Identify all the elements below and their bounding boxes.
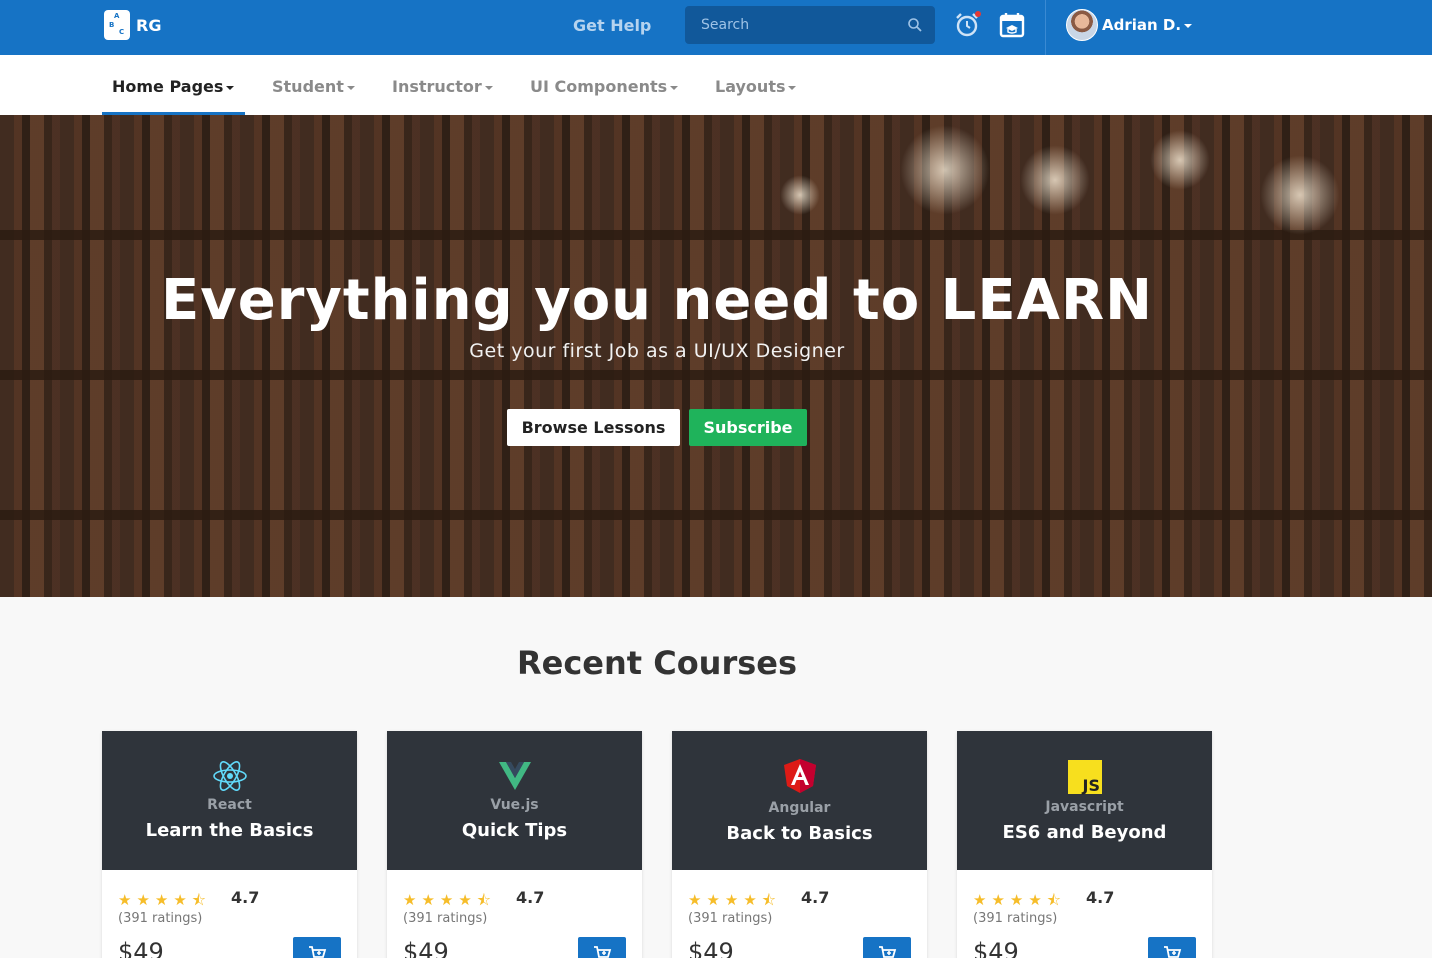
- course-card[interactable]: React Learn the Basics ★★★★⯪ 4.7 (391 ra…: [102, 731, 357, 958]
- add-to-cart-button[interactable]: [1148, 937, 1196, 958]
- light-bokeh: [1150, 130, 1210, 190]
- nav-item-label: Instructor: [392, 77, 482, 96]
- ratings-count: (391 ratings): [973, 911, 1058, 926]
- rating-value: 4.7: [801, 888, 830, 907]
- course-title[interactable]: Learn the Basics: [102, 820, 357, 841]
- course-card[interactable]: Angular Back to Basics ★★★★⯪ 4.7 (391 ra…: [672, 731, 927, 958]
- nav-item-instructor[interactable]: Instructor: [392, 77, 493, 96]
- course-card-header: React Learn the Basics: [102, 731, 357, 870]
- svg-text:JS: JS: [1082, 776, 1100, 795]
- subscribe-button[interactable]: Subscribe: [689, 409, 807, 446]
- add-to-cart-button[interactable]: [863, 937, 911, 958]
- hero-title: Everything you need to LEARN: [161, 268, 1153, 333]
- react-icon: [213, 761, 247, 791]
- user-menu[interactable]: Adrian D.: [1102, 16, 1193, 34]
- cart-icon: [1164, 946, 1182, 958]
- avatar[interactable]: [1066, 9, 1098, 41]
- user-name: Adrian D.: [1102, 16, 1182, 34]
- course-card[interactable]: JS Javascript ES6 and Beyond ★★★★⯪ 4.7 (…: [957, 731, 1212, 958]
- angular-icon: [784, 759, 816, 793]
- ratings-count: (391 ratings): [688, 911, 773, 926]
- course-title[interactable]: Back to Basics: [672, 823, 927, 844]
- course-category: Angular: [768, 800, 831, 816]
- course-card-header: Angular Back to Basics: [672, 731, 927, 870]
- javascript-icon: JS: [1068, 760, 1102, 795]
- nav-item-label: Home Pages: [112, 77, 224, 96]
- course-card[interactable]: Vue.js Quick Tips ★★★★⯪ 4.7 (391 ratings…: [387, 731, 642, 958]
- hero-banner: Everything you need to LEARN Get your fi…: [0, 115, 1432, 597]
- ratings-count: (391 ratings): [118, 911, 203, 926]
- get-help-link[interactable]: Get Help: [573, 16, 651, 35]
- light-bokeh: [900, 125, 990, 215]
- course-category: Javascript: [1045, 799, 1124, 815]
- nav-item-label: Layouts: [715, 77, 786, 96]
- course-category: React: [207, 797, 252, 813]
- rating-value: 4.7: [1086, 888, 1115, 907]
- course-title[interactable]: Quick Tips: [387, 820, 642, 841]
- shelf-decoration: [0, 370, 1432, 380]
- add-to-cart-button[interactable]: [578, 937, 626, 958]
- nav-item-layouts[interactable]: Layouts: [715, 77, 797, 96]
- brand-name[interactable]: RG: [136, 16, 161, 35]
- nav-item-label: UI Components: [530, 77, 668, 96]
- ratings-count: (391 ratings): [403, 911, 488, 926]
- course-price: $49: [118, 938, 164, 958]
- light-bokeh: [1020, 145, 1090, 215]
- rating-value: 4.7: [516, 888, 545, 907]
- shelf-decoration: [0, 230, 1432, 240]
- logo-icon[interactable]: A B C: [104, 10, 130, 40]
- course-title[interactable]: ES6 and Beyond: [957, 822, 1212, 843]
- cart-icon: [594, 946, 612, 958]
- browse-lessons-button[interactable]: Browse Lessons: [507, 409, 680, 446]
- search-input[interactable]: [685, 6, 905, 44]
- chevron-down-icon: [788, 85, 797, 90]
- chevron-down-icon: [226, 85, 235, 90]
- topbar-divider: [1045, 0, 1046, 55]
- logo-letter: A: [114, 12, 120, 20]
- nav-item-ui-components[interactable]: UI Components: [530, 77, 679, 96]
- search-icon[interactable]: [907, 17, 923, 33]
- chevron-down-icon: [346, 85, 355, 90]
- logo-letter: C: [119, 28, 125, 36]
- cart-icon: [879, 946, 897, 958]
- logo-letter: B: [109, 21, 115, 29]
- main-nav: Home Pages Student Instructor UI Compone…: [0, 55, 1432, 115]
- nav-item-label: Student: [272, 77, 344, 96]
- nav-item-student[interactable]: Student: [272, 77, 355, 96]
- rating-value: 4.7: [231, 888, 260, 907]
- top-bar: A B C RG Get Help Adrian D: [0, 0, 1432, 55]
- search-box: [685, 6, 935, 44]
- cart-icon: [309, 946, 327, 958]
- chevron-down-icon: [670, 85, 679, 90]
- course-category: Vue.js: [490, 797, 539, 813]
- vue-icon: [499, 762, 531, 790]
- course-price: $49: [688, 938, 734, 958]
- section-title: Recent Courses: [516, 644, 798, 682]
- alarm-clock-icon[interactable]: [953, 11, 981, 39]
- add-to-cart-button[interactable]: [293, 937, 341, 958]
- calendar-icon[interactable]: [998, 11, 1026, 39]
- course-price: $49: [403, 938, 449, 958]
- shelf-decoration: [0, 510, 1432, 520]
- nav-item-home-pages[interactable]: Home Pages: [112, 77, 235, 96]
- light-bokeh: [780, 175, 820, 215]
- course-card-header: JS Javascript ES6 and Beyond: [957, 731, 1212, 870]
- notification-dot: [975, 11, 981, 17]
- light-bokeh: [1260, 155, 1340, 235]
- chevron-down-icon: [1184, 23, 1193, 28]
- hero-subtitle: Get your first Job as a UI/UX Designer: [469, 340, 845, 362]
- chevron-down-icon: [484, 85, 493, 90]
- course-card-header: Vue.js Quick Tips: [387, 731, 642, 870]
- course-price: $49: [973, 938, 1019, 958]
